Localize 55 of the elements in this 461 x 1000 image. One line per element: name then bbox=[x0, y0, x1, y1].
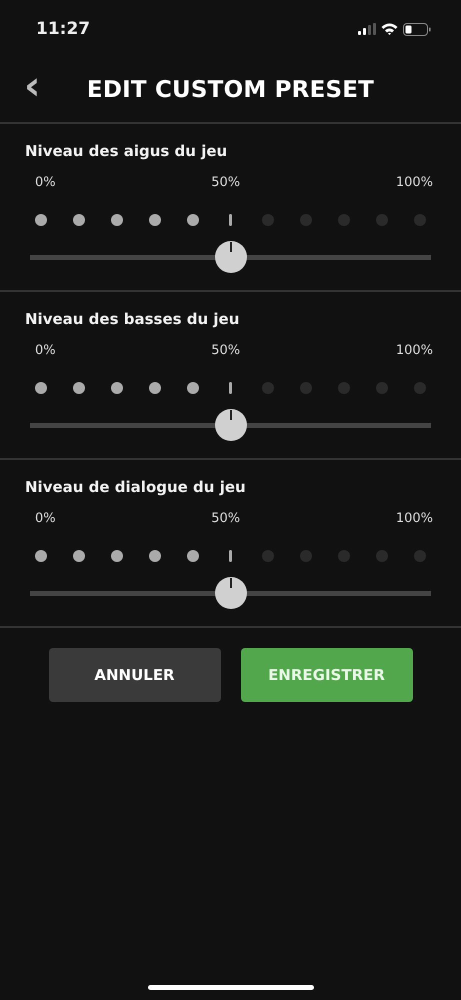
step-dot bbox=[148, 550, 161, 562]
step-dot bbox=[148, 382, 161, 394]
step-dot bbox=[72, 550, 85, 562]
step-dot bbox=[300, 550, 312, 562]
page-title: EDIT CUSTOM PRESET bbox=[86, 77, 374, 103]
step-dot bbox=[186, 382, 199, 394]
step-dot bbox=[148, 214, 161, 226]
center-tick bbox=[228, 382, 232, 394]
step-dot bbox=[338, 550, 350, 562]
slider-label: Niveau des aigus du jeu bbox=[24, 142, 228, 160]
slider-label: Niveau des basses du jeu bbox=[24, 310, 240, 328]
step-dot bbox=[338, 214, 350, 226]
scale-label: 100% bbox=[396, 343, 433, 358]
scale-label: 50% bbox=[211, 175, 240, 190]
step-dot bbox=[262, 382, 274, 394]
step-dot bbox=[376, 382, 388, 394]
step-dot bbox=[72, 382, 85, 394]
step-dot bbox=[414, 550, 426, 562]
slider-thumb[interactable] bbox=[214, 409, 246, 441]
cancel-button[interactable]: ANNULER bbox=[48, 648, 220, 702]
step-dot bbox=[414, 214, 426, 226]
step-dot bbox=[338, 382, 350, 394]
wifi-icon bbox=[381, 23, 398, 35]
back-button[interactable]: ‹ bbox=[20, 66, 44, 106]
step-dot bbox=[376, 214, 388, 226]
step-dot bbox=[110, 550, 123, 562]
step-dot bbox=[376, 550, 388, 562]
step-dot bbox=[414, 382, 426, 394]
step-dot bbox=[300, 382, 312, 394]
scale-label: 50% bbox=[211, 511, 240, 526]
step-dot bbox=[35, 550, 47, 562]
scale-label: 100% bbox=[396, 511, 433, 526]
slider-thumb[interactable] bbox=[214, 241, 246, 273]
step-dot bbox=[300, 214, 312, 226]
step-dot bbox=[110, 382, 123, 394]
step-dot bbox=[186, 550, 199, 562]
scale-label: 0% bbox=[35, 175, 56, 190]
step-dot bbox=[35, 382, 47, 394]
center-tick bbox=[228, 550, 232, 562]
battery-icon bbox=[403, 22, 431, 36]
step-dot bbox=[35, 214, 47, 226]
scale-label: 0% bbox=[35, 511, 56, 526]
step-dot bbox=[262, 550, 274, 562]
slider-label: Niveau de dialogue du jeu bbox=[24, 478, 247, 496]
step-dot bbox=[72, 214, 85, 226]
scale-label: 50% bbox=[211, 343, 240, 358]
center-tick bbox=[228, 214, 232, 226]
step-dot bbox=[110, 214, 123, 226]
signal-icon bbox=[358, 23, 376, 35]
scale-label: 100% bbox=[396, 175, 433, 190]
step-dot bbox=[262, 214, 274, 226]
scale-label: 0% bbox=[35, 343, 56, 358]
status-time: 11:27 bbox=[36, 19, 90, 39]
slider-thumb[interactable] bbox=[214, 577, 246, 609]
step-dot bbox=[186, 214, 199, 226]
